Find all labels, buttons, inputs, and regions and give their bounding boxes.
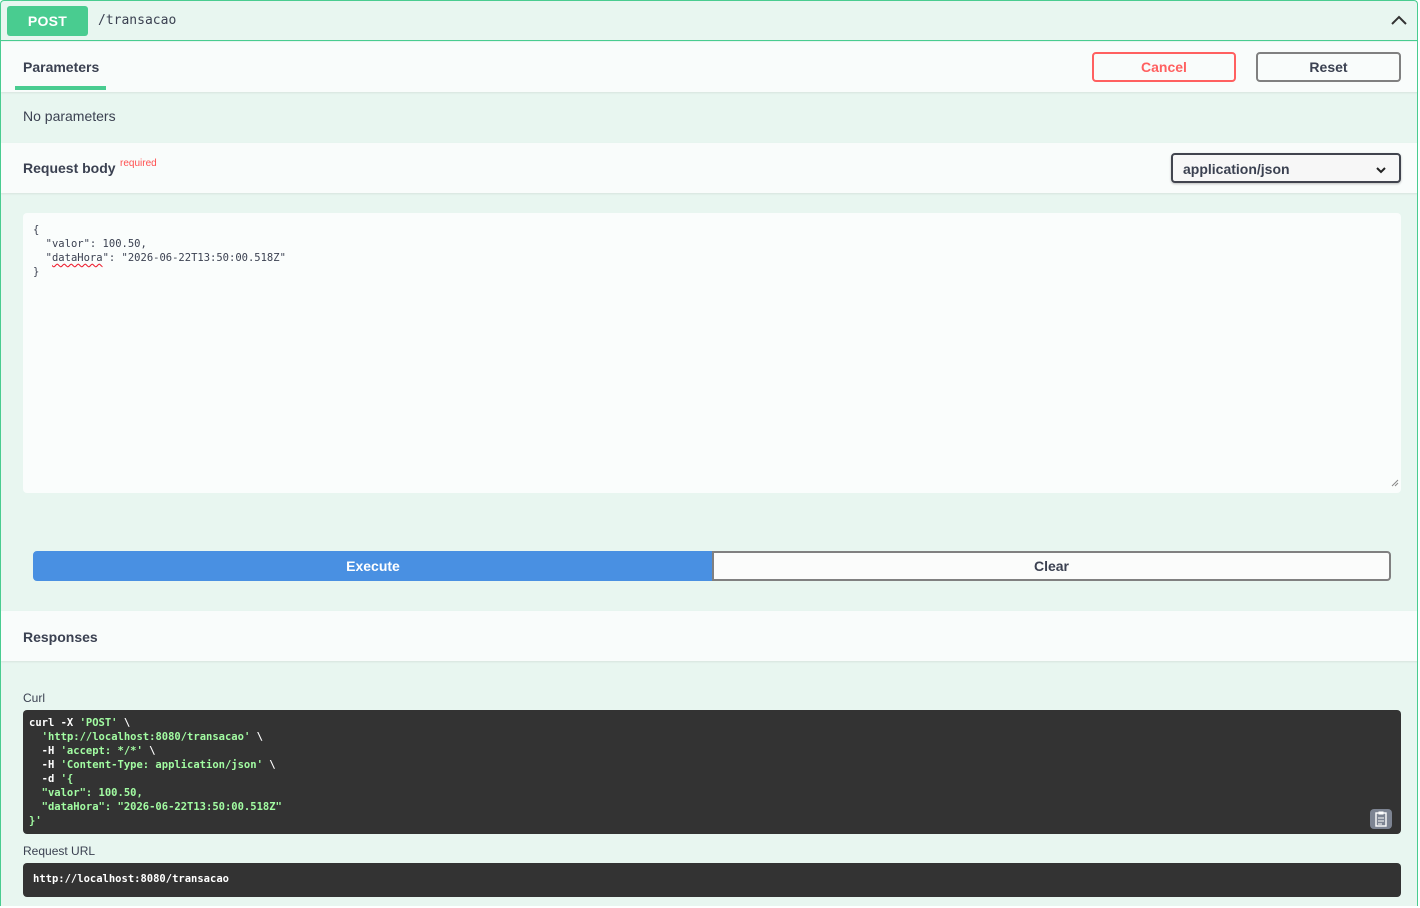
request-body-editor[interactable]: { "valor": 100.50, "dataHora": "2026-06-… xyxy=(23,213,1401,493)
operation-block: POST /transacao Parameters Cancel Reset … xyxy=(0,0,1418,906)
editor-line: } xyxy=(33,266,40,278)
curl-text: \ xyxy=(262,759,276,771)
editor-line: "valor": 100.50, xyxy=(45,238,147,250)
content-type-select[interactable]: application/json xyxy=(1171,153,1401,183)
tab-active-indicator xyxy=(15,86,106,90)
curl-code-block[interactable]: curl -X 'POST' \ 'http://localhost:8080/… xyxy=(23,710,1401,834)
curl-text: -d xyxy=(29,773,61,785)
required-label: required xyxy=(120,158,157,169)
tab-parameters[interactable]: Parameters xyxy=(23,59,99,75)
curl-text: \ xyxy=(142,745,156,757)
curl-string: 'http://localhost:8080/transacao' xyxy=(41,731,251,743)
curl-string: 'POST' xyxy=(79,717,118,729)
request-url-value: http://localhost:8080/transacao xyxy=(33,873,229,885)
parameters-header: Parameters Cancel Reset xyxy=(1,42,1417,92)
editor-line: { xyxy=(33,224,40,236)
curl-text: -H xyxy=(29,759,61,771)
chevron-up-icon[interactable] xyxy=(1387,9,1411,33)
resize-handle-icon[interactable] xyxy=(1391,477,1399,491)
curl-text: \ xyxy=(250,731,263,743)
clear-button[interactable]: Clear xyxy=(712,551,1391,581)
curl-string: "valor": 100.50, xyxy=(29,787,143,799)
request-url-block[interactable]: http://localhost:8080/transacao xyxy=(23,863,1401,897)
reset-button[interactable]: Reset xyxy=(1256,52,1401,82)
chevron-down-icon xyxy=(1375,163,1387,179)
cancel-button[interactable]: Cancel xyxy=(1092,52,1236,82)
request-body-header: Request body required application/json xyxy=(1,143,1417,193)
responses-header: Responses xyxy=(1,611,1417,661)
editor-indent xyxy=(33,252,46,264)
curl-text: -H xyxy=(29,745,61,757)
method-badge: POST xyxy=(7,6,88,36)
request-body-title: Request body xyxy=(23,160,116,176)
request-url-label: Request URL xyxy=(23,844,96,858)
execute-button[interactable]: Execute xyxy=(33,551,713,581)
clipboard-icon[interactable] xyxy=(1370,809,1392,829)
curl-string: }' xyxy=(29,815,42,827)
content-type-value: application/json xyxy=(1183,161,1290,177)
editor-indent xyxy=(33,238,46,250)
responses-title: Responses xyxy=(23,629,98,645)
operation-summary[interactable]: POST /transacao xyxy=(1,1,1417,41)
curl-string: 'accept: */*' xyxy=(60,745,143,757)
curl-label: Curl xyxy=(23,691,46,705)
no-parameters-text: No parameters xyxy=(23,108,116,124)
curl-string: '{ xyxy=(60,773,74,785)
curl-string: "dataHora": "2026-06-22T13:50:00.518Z" xyxy=(29,801,282,813)
curl-text xyxy=(29,731,42,743)
curl-text: \ xyxy=(117,717,131,729)
editor-line: ": "2026-06-22T13:50:00.518Z" xyxy=(102,252,286,264)
curl-text: curl -X xyxy=(29,717,80,729)
operation-path: /transacao xyxy=(98,13,177,28)
curl-string: 'Content-Type: application/json' xyxy=(60,759,263,771)
spellcheck-word: dataHora xyxy=(51,252,103,264)
